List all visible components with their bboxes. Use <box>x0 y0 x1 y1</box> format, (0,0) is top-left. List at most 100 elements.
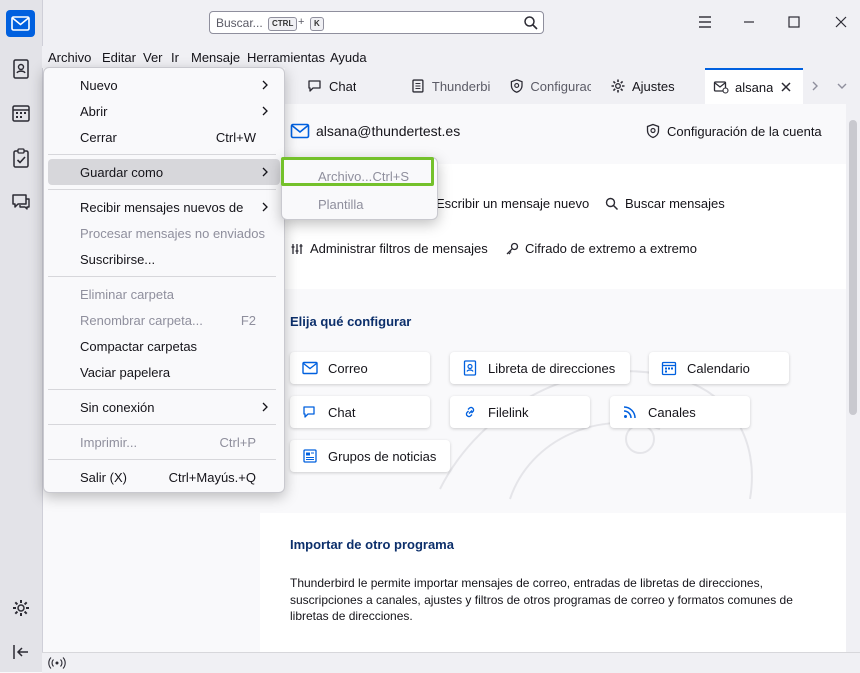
maximize-icon <box>788 16 800 28</box>
global-search-field[interactable]: Buscar... CTRL + K <box>209 11 544 34</box>
menu-item-vaciar-papelera[interactable]: Vaciar papelera <box>44 359 284 385</box>
setup-chat-button[interactable]: Chat <box>290 396 430 428</box>
message-filters-button[interactable]: Administrar filtros de mensajes <box>290 241 488 256</box>
setup-calendar-button[interactable]: Calendario <box>649 352 789 384</box>
chevron-right-icon <box>262 202 268 212</box>
menu-item-label: Vaciar papelera <box>80 365 171 380</box>
menu-item-recibir[interactable]: Recibir mensajes nuevos de <box>44 194 284 220</box>
setup-feeds-button[interactable]: Canales <box>610 396 750 428</box>
tab-configuracion[interactable]: Configurac <box>509 68 591 104</box>
setup-calendar-label: Calendario <box>687 360 750 376</box>
menu-item-renombrar-carpeta[interactable]: Renombrar carpeta... F2 <box>44 307 284 333</box>
write-message-label: Escribir un mensaje nuevo <box>436 196 590 211</box>
menu-mensaje[interactable]: Mensaje <box>191 50 240 65</box>
rss-icon <box>623 406 636 419</box>
scrollbar-thumb[interactable] <box>849 120 857 415</box>
calendar-icon <box>661 361 677 376</box>
chevron-right-icon <box>262 402 268 412</box>
calendar-icon <box>12 105 30 122</box>
e2e-encryption-button[interactable]: Cifrado de extremo a extremo <box>505 241 697 256</box>
tab-label: Chat <box>329 78 357 94</box>
account-title: alsana@thundertest.es <box>290 122 460 140</box>
menu-item-abrir[interactable]: Abrir <box>44 98 284 124</box>
setup-address-book-button[interactable]: Libreta de direcciones <box>450 352 630 384</box>
address-book-space-button[interactable] <box>10 58 32 80</box>
mail-space-button[interactable] <box>6 10 35 37</box>
file-menu: Nuevo Abrir Cerrar Ctrl+W Guardar como Re… <box>43 67 285 493</box>
menu-item-procesar[interactable]: Procesar mensajes no enviados <box>44 220 284 246</box>
configure-heading: Elija qué configurar <box>290 314 412 329</box>
menu-ir[interactable]: Ir <box>171 50 179 65</box>
app-menu-button[interactable] <box>690 8 720 36</box>
menu-item-guardar-plantilla[interactable]: Plantilla <box>282 191 437 217</box>
menu-item-suscribirse[interactable]: Suscribirse... <box>44 246 284 272</box>
calendar-space-button[interactable] <box>10 102 32 124</box>
menu-item-label: Plantilla <box>318 197 364 212</box>
import-heading: Importar de otro programa <box>290 537 454 552</box>
scroll-tabs-right-button[interactable] <box>809 79 821 96</box>
tasks-icon <box>13 148 29 168</box>
menu-item-guardar-como[interactable]: Guardar como <box>48 159 280 185</box>
tab-label: Thunderbi <box>431 78 490 94</box>
menu-bar: Archivo Editar Ver Ir Mensaje Herramient… <box>42 46 860 68</box>
account-mail-icon <box>713 81 729 94</box>
close-window-button[interactable] <box>826 8 856 36</box>
tab-chat[interactable]: Chat <box>307 68 397 104</box>
address-book-icon <box>13 59 29 79</box>
chevron-down-icon <box>837 83 847 89</box>
menu-item-cerrar[interactable]: Cerrar Ctrl+W <box>44 124 284 150</box>
menu-item-imprimir[interactable]: Imprimir... Ctrl+P <box>44 429 284 455</box>
collapse-spaces-button[interactable] <box>10 641 32 663</box>
menu-item-label: Renombrar carpeta... <box>80 313 203 328</box>
chat-icon <box>303 406 315 418</box>
menu-item-label: Guardar como <box>80 165 164 180</box>
menu-item-label: Eliminar carpeta <box>80 287 174 302</box>
status-bar <box>42 652 860 673</box>
account-settings-link[interactable]: Configuración de la cuenta <box>645 123 822 139</box>
menu-herramientas[interactable]: Herramientas <box>247 50 325 65</box>
write-message-button[interactable]: Escribir un mensaje nuevo <box>436 196 589 211</box>
menu-item-eliminar-carpeta[interactable]: Eliminar carpeta <box>44 281 284 307</box>
menu-archivo[interactable]: Archivo <box>48 50 91 65</box>
menu-item-nuevo[interactable]: Nuevo <box>44 72 284 98</box>
link-icon <box>465 406 475 418</box>
shield-gear-icon <box>646 123 660 139</box>
search-placeholder: Buscar... <box>216 16 263 30</box>
chat-icon <box>12 194 30 210</box>
address-book-icon <box>463 360 477 376</box>
menu-item-label: Compactar carpetas <box>80 339 198 354</box>
setup-filelink-label: Filelink <box>488 404 529 420</box>
menu-item-sin-conexion[interactable]: Sin conexión <box>44 394 284 420</box>
menu-item-compactar[interactable]: Compactar carpetas <box>44 333 284 359</box>
tab-account-settings[interactable]: alsana@ <box>705 68 803 104</box>
hamburger-icon <box>699 16 711 28</box>
menu-separator <box>48 189 276 190</box>
tab-ajustes[interactable]: Ajustes <box>610 68 690 104</box>
menu-item-salir[interactable]: Salir (X) Ctrl+Mayús.+Q <box>44 464 284 490</box>
close-tab-icon[interactable] <box>779 80 793 94</box>
tasks-space-button[interactable] <box>10 147 32 169</box>
shield-gear-icon <box>510 79 523 93</box>
chevron-right-icon <box>812 81 818 91</box>
chevron-right-icon <box>262 106 268 116</box>
menu-ayuda[interactable]: Ayuda <box>330 50 367 65</box>
online-status-icon[interactable] <box>48 656 66 670</box>
menu-ver[interactable]: Ver <box>143 50 163 65</box>
setup-filelink-button[interactable]: Filelink <box>450 396 590 428</box>
menu-editar[interactable]: Editar <box>102 50 136 65</box>
filter-sliders-icon <box>291 243 303 254</box>
maximize-button[interactable] <box>779 8 809 36</box>
all-tabs-button[interactable] <box>835 79 849 96</box>
setup-newsgroups-label: Grupos de noticias <box>328 448 437 464</box>
tab-thunderbird[interactable]: Thunderbi <box>410 68 490 104</box>
mail-icon <box>11 16 30 31</box>
chat-space-button[interactable] <box>10 191 32 213</box>
search-messages-button[interactable]: Buscar mensajes <box>605 196 725 211</box>
setup-newsgroups-button[interactable]: Grupos de noticias <box>290 440 450 472</box>
setup-email-button[interactable]: Correo <box>290 352 430 384</box>
settings-space-button[interactable] <box>10 597 32 619</box>
search-icon <box>524 16 538 30</box>
menu-item-label: Abrir <box>80 104 108 119</box>
minimize-button[interactable] <box>734 8 764 36</box>
e2e-encryption-label: Cifrado de extremo a extremo <box>525 241 697 256</box>
